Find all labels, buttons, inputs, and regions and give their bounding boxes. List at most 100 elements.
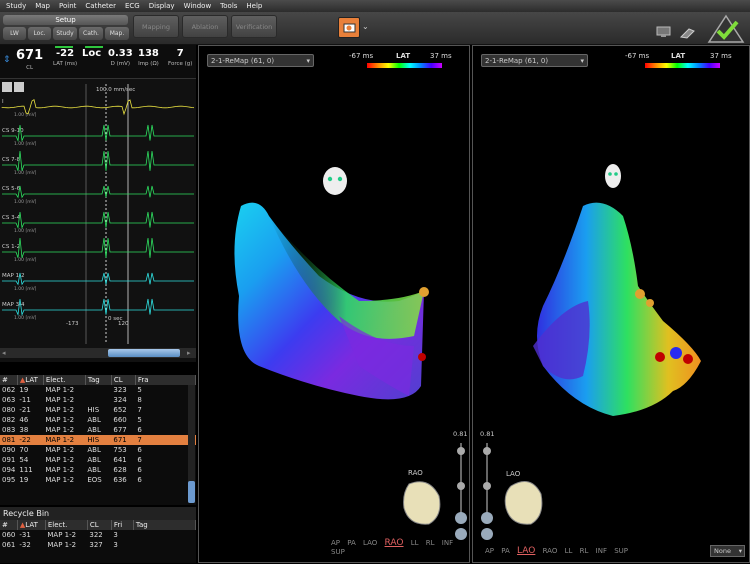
- display-select[interactable]: None ▾: [710, 545, 745, 557]
- ecg-lead-scale: 1.00 [mV]: [14, 199, 37, 205]
- setup-button[interactable]: Setup: [3, 15, 128, 25]
- anatomy-map-lao[interactable]: [473, 46, 750, 564]
- opacity-slider-thumb[interactable]: [483, 447, 491, 455]
- recycle-col-cl[interactable]: CL: [87, 520, 112, 530]
- table-scroll-thumb[interactable]: [188, 481, 195, 503]
- tab-study[interactable]: Study: [53, 27, 77, 40]
- view-inf[interactable]: INF: [596, 547, 607, 555]
- tab-lw[interactable]: LW: [3, 27, 26, 40]
- menu-ecg[interactable]: ECG: [125, 2, 140, 10]
- scroll-left-icon[interactable]: ◂: [2, 349, 6, 357]
- rotate-down-icon[interactable]: [481, 512, 493, 524]
- table-row[interactable]: 062 19 MAP 1-2 323 5: [0, 385, 196, 395]
- view-pa[interactable]: PA: [347, 539, 356, 547]
- tab-map[interactable]: Map.: [105, 27, 129, 40]
- table-scrollbar[interactable]: [188, 385, 195, 503]
- col-header-tag[interactable]: Tag: [85, 375, 112, 385]
- recycle-col-lat[interactable]: ▲LAT: [17, 520, 46, 530]
- abl-marker-2[interactable]: [683, 354, 693, 364]
- table-row[interactable]: 094 111 MAP 1-2 ABL 628 6: [0, 465, 196, 475]
- verification-button[interactable]: Verification: [231, 15, 277, 38]
- mapping-button[interactable]: Mapping: [133, 15, 179, 38]
- menu-study[interactable]: Study: [6, 2, 26, 10]
- chevron-down-icon[interactable]: ⌄: [362, 22, 369, 31]
- tag-marker[interactable]: [419, 287, 429, 297]
- table-row[interactable]: 063 -11 MAP 1-2 324 8: [0, 395, 196, 405]
- col-header-index[interactable]: #: [0, 375, 18, 385]
- menu-map[interactable]: Map: [35, 2, 50, 10]
- table-cell: 6: [137, 426, 142, 434]
- view-lao[interactable]: LAO: [363, 539, 377, 547]
- catheter-tip-icon[interactable]: [670, 347, 682, 359]
- menu-display[interactable]: Display: [149, 2, 175, 10]
- monitor-icon[interactable]: [655, 25, 673, 39]
- tag-marker[interactable]: [635, 289, 645, 299]
- snapshot-button[interactable]: [338, 17, 360, 38]
- menu-point[interactable]: Point: [59, 2, 76, 10]
- vitals-bar: ⇕ 671 CL -22 LAT (ms) Loc 0.33 D (mV) 138 Im…: [0, 45, 196, 79]
- recycle-col-elect[interactable]: Elect.: [45, 520, 88, 530]
- menu-window[interactable]: Window: [184, 2, 212, 10]
- view-ap[interactable]: AP: [331, 539, 340, 547]
- view-lao[interactable]: LAO: [517, 546, 535, 556]
- head-orientation-icon: [323, 167, 347, 195]
- table-row[interactable]: 080 -21 MAP 1-2 HIS 652 7: [0, 405, 196, 415]
- view-rao[interactable]: RAO: [543, 547, 558, 555]
- view-rl[interactable]: RL: [426, 539, 435, 547]
- table-cell: 090: [2, 446, 16, 454]
- ecg-tool-icon[interactable]: [2, 82, 12, 92]
- table-row[interactable]: 061 -32 MAP 1-2 327 3: [0, 540, 196, 550]
- recycle-col-fri[interactable]: Fri: [111, 520, 134, 530]
- view-ll[interactable]: LL: [411, 539, 419, 547]
- table-row[interactable]: 095 19 MAP 1-2 EOS 636 6: [0, 475, 196, 485]
- table-row[interactable]: 082 46 MAP 1-2 ABL 660 5: [0, 415, 196, 425]
- view-inf[interactable]: INF: [442, 539, 453, 547]
- tab-loc[interactable]: Loc.: [28, 27, 51, 40]
- view-rao[interactable]: RAO: [385, 538, 404, 548]
- map-panel-lao[interactable]: 2-1-ReMap (61, 0) ▾ -67 ms LAT 37 ms LAO …: [472, 45, 750, 563]
- view-rl[interactable]: RL: [580, 547, 589, 555]
- table-row[interactable]: 091 54 MAP 1-2 ABL 641 6: [0, 455, 196, 465]
- table-row[interactable]: 083 38 MAP 1-2 ABL 677 6: [0, 425, 196, 435]
- vital-d: 0.33 D (mV): [108, 48, 133, 67]
- col-header-cl[interactable]: CL: [111, 375, 136, 385]
- abl-marker[interactable]: [418, 353, 426, 361]
- view-sup[interactable]: SUP: [331, 548, 345, 556]
- view-sup[interactable]: SUP: [614, 547, 628, 555]
- menu-catheter[interactable]: Catheter: [85, 2, 116, 10]
- sort-icon[interactable]: ⇕: [3, 55, 11, 65]
- tab-catheter[interactable]: Cath.: [79, 27, 103, 40]
- view-ap[interactable]: AP: [485, 547, 494, 555]
- scroll-thumb[interactable]: [108, 349, 180, 357]
- ecg-zoom-icon[interactable]: [14, 82, 24, 92]
- table-row[interactable]: 060 -31 MAP 1-2 322 3: [0, 530, 196, 540]
- verify-check-icon[interactable]: [707, 14, 745, 44]
- catheter-tool-icon[interactable]: [679, 25, 697, 39]
- map-panel-rao[interactable]: 2-1-ReMap (61, 0) ▾ -67 ms LAT 37 ms RAO…: [198, 45, 470, 563]
- view-pa[interactable]: PA: [501, 547, 510, 555]
- col-header-lat[interactable]: ▲LAT: [17, 375, 44, 385]
- col-header-elect[interactable]: Elect.: [43, 375, 86, 385]
- ecg-lead-scale: 1.00 [mV]: [14, 286, 37, 292]
- menu-tools[interactable]: Tools: [220, 2, 237, 10]
- opacity-slider-thumb-lower[interactable]: [457, 482, 465, 490]
- table-cell: MAP 1-2: [45, 416, 75, 424]
- view-ll[interactable]: LL: [565, 547, 573, 555]
- abl-marker[interactable]: [655, 352, 665, 362]
- col-header-fra[interactable]: Fra: [135, 375, 196, 385]
- opacity-slider-thumb-lower[interactable]: [483, 482, 491, 490]
- rotate-down-icon[interactable]: [455, 512, 467, 524]
- tag-marker-secondary[interactable]: [646, 299, 654, 307]
- table-row[interactable]: 090 70 MAP 1-2 ABL 753 6: [0, 445, 196, 455]
- ecg-scrollbar[interactable]: ◂ ▸: [0, 348, 196, 358]
- opacity-slider-thumb[interactable]: [457, 447, 465, 455]
- recycle-col-tag[interactable]: Tag: [133, 520, 197, 530]
- recycle-col-index[interactable]: #: [0, 520, 18, 530]
- table-row[interactable]: 081 -22 MAP 1-2 HIS 671 7: [0, 435, 196, 445]
- anatomy-map-rao[interactable]: [199, 46, 471, 564]
- menu-help[interactable]: Help: [246, 2, 262, 10]
- scroll-right-icon[interactable]: ▸: [187, 349, 191, 357]
- table-cell: -11: [19, 396, 31, 404]
- ablation-button[interactable]: Ablation: [182, 15, 228, 38]
- reset-view-icon[interactable]: [481, 528, 493, 540]
